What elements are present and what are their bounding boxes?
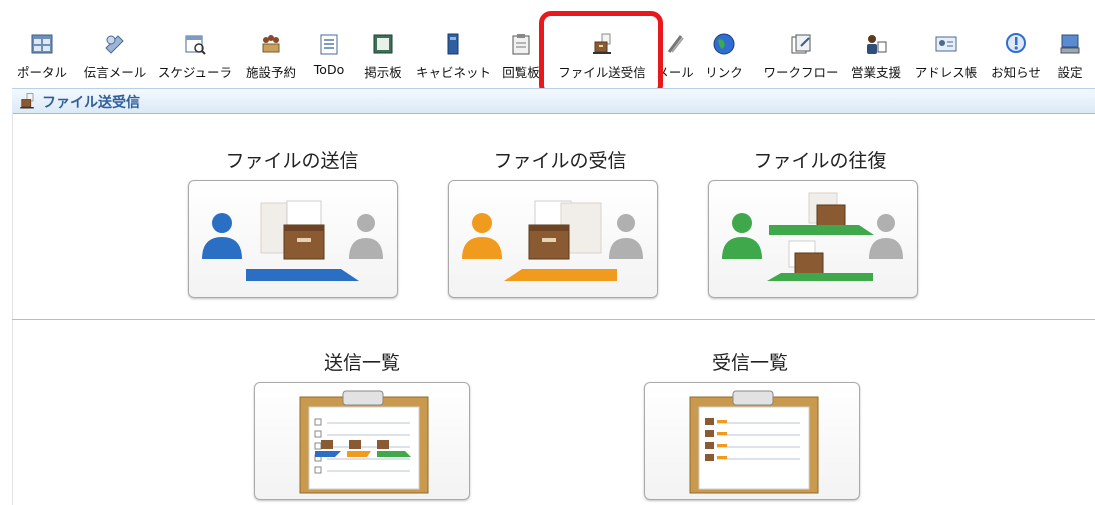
toolbar-label: ポータル — [16, 65, 67, 80]
receive-file-illustration — [462, 200, 643, 281]
section-title: ファイル送受信 — [42, 95, 140, 111]
send-file-title: ファイルの送信 — [225, 150, 359, 172]
toolbar-item-notification[interactable]: お知らせ — [988, 32, 1044, 82]
toolbar-item-scheduler[interactable]: スケジューラ — [155, 32, 235, 82]
toolbar-label: ToDo — [313, 62, 345, 77]
bulletin-board-icon — [373, 34, 393, 54]
toolbar-label: ワークフロー — [763, 65, 839, 80]
sales-support-icon — [867, 35, 887, 54]
toolbar-item-workflow[interactable]: ワークフロー — [759, 32, 843, 82]
selected-item-highlight — [539, 11, 663, 97]
message-mail-icon — [105, 35, 124, 54]
toolbar-label: 設定 — [1057, 65, 1083, 80]
address-book-icon — [935, 36, 957, 52]
toolbar-item-settings[interactable]: 設定 — [1050, 32, 1090, 82]
sent-list-title: 送信一覧 — [323, 352, 400, 374]
file-transfer-icon — [20, 93, 34, 109]
section-divider — [12, 319, 1095, 320]
toolbar-label: アドレス帳 — [914, 65, 978, 80]
toolbar-item-todo[interactable]: ToDo — [308, 32, 350, 82]
toolbar-label: 伝言メール — [83, 65, 147, 80]
toolbar-label: キャビネット — [416, 65, 492, 80]
roundtrip-file-title: ファイルの往復 — [753, 150, 887, 172]
receive-file-title: ファイルの受信 — [493, 150, 627, 172]
workflow-icon — [791, 34, 811, 54]
roundtrip-file-button[interactable] — [708, 180, 918, 298]
facility-reservation-icon — [262, 35, 280, 53]
content-left-border — [12, 113, 13, 505]
cabinet-icon — [447, 33, 459, 55]
todo-icon — [320, 34, 338, 55]
toolbar-label: スケジューラ — [157, 65, 233, 80]
toolbar-item-cabinet[interactable]: キャビネット — [416, 32, 492, 82]
scheduler-icon — [185, 35, 206, 55]
section-header: ファイル送受信 — [12, 88, 1095, 114]
send-file-illustration — [202, 200, 383, 281]
mail-icon — [667, 35, 684, 53]
roundtrip-file-illustration — [722, 192, 903, 281]
circular-icon — [512, 34, 530, 55]
send-file-button[interactable] — [188, 180, 398, 298]
received-list-button[interactable] — [644, 382, 860, 500]
receive-file-button[interactable] — [448, 180, 658, 298]
toolbar-label: 営業支援 — [850, 65, 901, 80]
settings-icon — [1060, 34, 1080, 54]
toolbar-item-portal[interactable]: ポータル — [12, 32, 72, 82]
notification-icon — [1006, 33, 1026, 53]
toolbar-item-facility-reservation[interactable]: 施設予約 — [239, 32, 303, 82]
received-list-title: 受信一覧 — [711, 352, 788, 374]
received-list-clipboard-illustration — [689, 390, 819, 494]
toolbar-label: お知らせ — [991, 65, 1041, 80]
sent-list-button[interactable] — [254, 382, 470, 500]
portal-icon — [31, 34, 53, 54]
app-toolbar: ポータル 伝言メール スケジューラ 施設予約 ToDo 掲示板 キャビネット 回… — [0, 0, 1095, 97]
toolbar-item-address-book[interactable]: アドレス帳 — [908, 32, 984, 82]
toolbar-label: 掲示板 — [364, 65, 402, 80]
toolbar-item-bulletin-board[interactable]: 掲示板 — [355, 32, 411, 82]
toolbar-item-link[interactable]: リンク — [704, 32, 744, 82]
toolbar-item-message-mail[interactable]: 伝言メール — [79, 32, 151, 82]
link-globe-icon — [713, 33, 735, 55]
toolbar-label: リンク — [705, 65, 743, 80]
toolbar-item-sales-support[interactable]: 営業支援 — [845, 32, 907, 82]
toolbar-label: 施設予約 — [245, 65, 296, 80]
sent-list-clipboard-illustration — [299, 390, 429, 494]
